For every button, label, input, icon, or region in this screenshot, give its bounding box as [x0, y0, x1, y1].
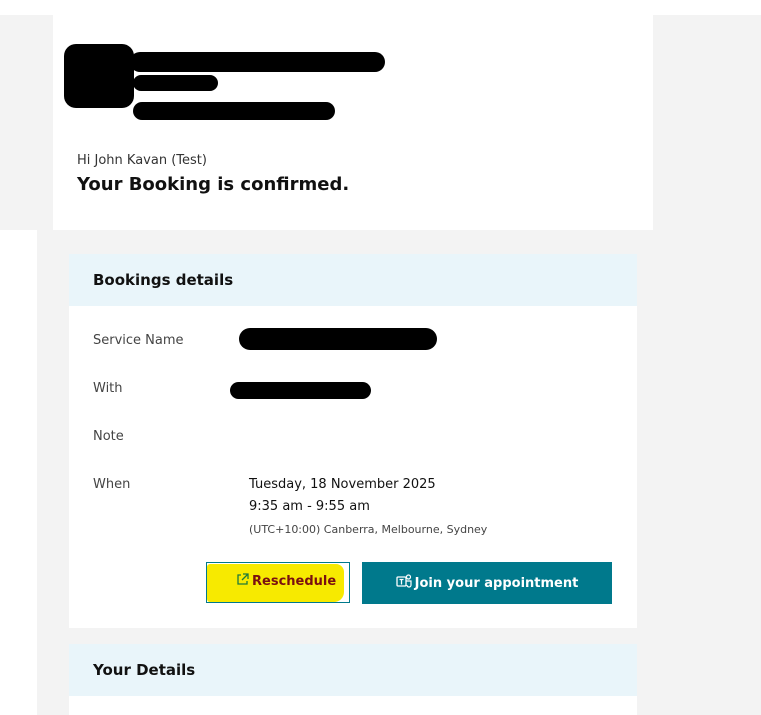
your-details-title: Your Details	[93, 661, 196, 679]
page-background-right	[653, 15, 761, 230]
greeting-text: Hi John Kavan (Test)	[77, 153, 207, 168]
page-background-left	[0, 15, 53, 230]
content-background-right	[669, 230, 761, 715]
appointment-date: Tuesday, 18 November 2025	[249, 477, 436, 492]
email-header-card	[53, 15, 653, 230]
with-label: With	[93, 381, 123, 396]
confirmation-headline: Your Booking is confirmed.	[77, 174, 350, 195]
booking-details-title: Bookings details	[93, 271, 234, 289]
when-label: When	[93, 477, 131, 492]
appointment-time: 9:35 am - 9:55 am	[249, 499, 370, 514]
external-link-icon	[236, 573, 249, 590]
reschedule-label: Reschedule	[252, 574, 337, 589]
note-label: Note	[93, 429, 124, 444]
service-name-label: Service Name	[93, 333, 184, 348]
teams-icon	[396, 573, 413, 593]
join-appointment-button[interactable]: Join your appointment	[362, 562, 612, 604]
reschedule-button-content[interactable]: Reschedule	[236, 573, 336, 590]
join-label: Join your appointment	[414, 575, 579, 591]
appointment-timezone: (UTC+10:00) Canberra, Melbourne, Sydney	[249, 523, 488, 536]
